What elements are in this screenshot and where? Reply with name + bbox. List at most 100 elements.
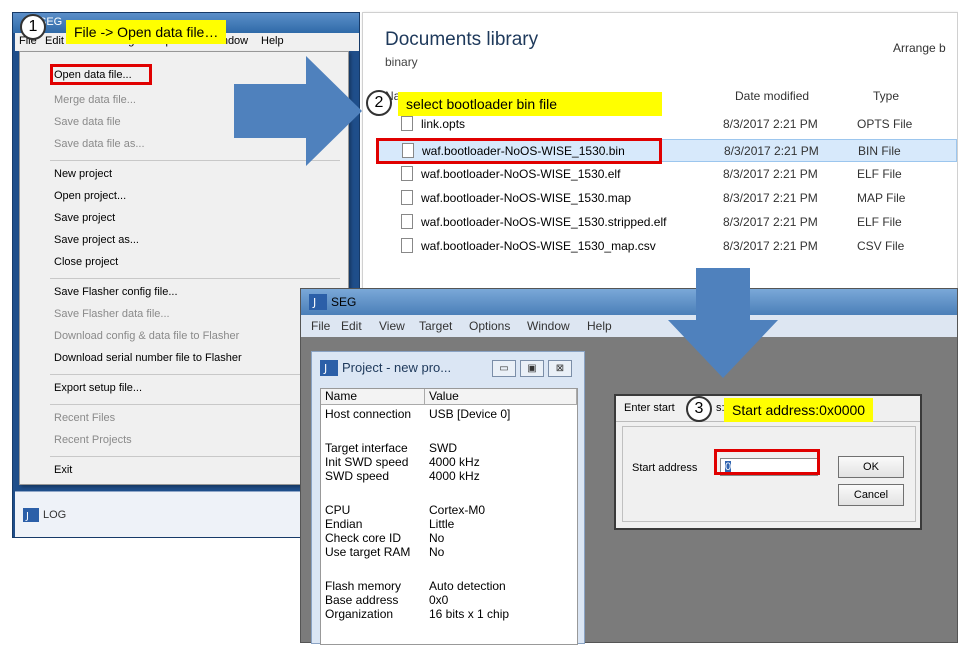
file-type: OPTS File [857, 117, 913, 131]
step1-callout: File -> Open data file… [66, 20, 227, 44]
file-row[interactable]: waf.bootloader-NoOS-WISE_1530_map.csv 8/… [377, 235, 957, 258]
file-type: MAP File [857, 191, 906, 205]
property-name: Host connection [325, 407, 412, 421]
file-row[interactable]: waf.bootloader-NoOS-WISE_1530.elf 8/3/20… [377, 163, 957, 186]
column-header-type[interactable]: Type [873, 89, 899, 103]
file-icon [401, 116, 413, 131]
menu-edit[interactable]: Edit [45, 35, 64, 47]
jflash-app-icon: J [320, 360, 338, 376]
menu-separator [50, 278, 340, 279]
menu-separator [50, 404, 340, 405]
cancel-button[interactable]: Cancel [838, 484, 904, 506]
menu-item-new-project[interactable]: New project [54, 168, 112, 180]
property-value: 4000 kHz [429, 455, 480, 469]
menu-target[interactable]: Target [419, 319, 452, 333]
arrow-down-icon [668, 268, 778, 378]
dialog-title: Enter start [624, 402, 675, 414]
library-folder[interactable]: binary [385, 55, 418, 69]
file-row[interactable]: waf.bootloader-NoOS-WISE_1530.stripped.e… [377, 211, 957, 234]
start-address-label: Start address [632, 462, 698, 474]
menu-help[interactable]: Help [587, 319, 612, 333]
menu-item-merge-data-file: Merge data file... [54, 94, 136, 106]
property-value: No [429, 531, 445, 545]
ok-button[interactable]: OK [838, 456, 904, 478]
menu-item-save-data-file: Save data file [54, 116, 121, 128]
menu-item-download-serial[interactable]: Download serial number file to Flasher [54, 352, 242, 364]
file-row[interactable]: waf.bootloader-NoOS-WISE_1530.map 8/3/20… [377, 187, 957, 210]
menu-item-save-data-file-as: Save data file as... [54, 138, 145, 150]
close-button[interactable]: ⊠ [548, 360, 572, 377]
property-name: SWD speed [325, 469, 390, 483]
menu-window[interactable]: Window [527, 319, 570, 333]
menu-item-save-flasher-data: Save Flasher data file... [54, 308, 170, 320]
file-date: 8/3/2017 2:21 PM [723, 191, 818, 205]
menu-separator [50, 456, 340, 457]
column-header-name: Name [321, 389, 425, 405]
file-type: BIN File [858, 144, 901, 158]
property-name: Endian [325, 517, 363, 531]
column-header-value: Value [425, 389, 577, 405]
maximize-button[interactable]: ▣ [520, 360, 544, 377]
file-row[interactable]: link.opts 8/3/2017 2:21 PM OPTS File [377, 113, 957, 136]
file-icon [401, 190, 413, 205]
property-name: Check core ID [325, 531, 402, 545]
property-value: Little [429, 517, 455, 531]
window-titlebar: J SEG [301, 289, 957, 315]
menu-help[interactable]: Help [261, 35, 284, 47]
file-icon [401, 238, 413, 253]
menu-item-exit[interactable]: Exit [54, 464, 72, 476]
menu-item-save-project-as[interactable]: Save project as... [54, 234, 139, 246]
svg-text:J: J [312, 296, 316, 309]
library-title: Documents library [385, 29, 539, 50]
jflash-app-icon: J [23, 508, 39, 522]
property-name: Init SWD speed [325, 455, 409, 469]
log-label: LOG [43, 509, 67, 521]
menu-item-save-flasher-config[interactable]: Save Flasher config file... [54, 286, 178, 298]
file-name: waf.bootloader-NoOS-WISE_1530.elf [421, 167, 621, 181]
arrow-right-icon [234, 56, 362, 166]
project-window: J Project - new pro... ▭ ▣ ⊠ Name Value … [311, 351, 585, 645]
menu-item-open-project[interactable]: Open project... [54, 190, 126, 202]
step2-callout: select bootloader bin file [398, 92, 662, 116]
svg-text:J: J [323, 362, 327, 375]
menubar: File Edit View Target Options Window Hel… [301, 315, 957, 337]
file-name: waf.bootloader-NoOS-WISE_1530_map.csv [421, 239, 656, 253]
menu-item-download-config-data: Download config & data file to Flasher [54, 330, 240, 342]
file-date: 8/3/2017 2:21 PM [723, 167, 818, 181]
menu-edit[interactable]: Edit [341, 319, 362, 333]
step2-badge: 2 [366, 90, 392, 116]
menu-item-close-project[interactable]: Close project [54, 256, 118, 268]
property-value: SWD [429, 441, 457, 455]
menu-options[interactable]: Options [469, 319, 510, 333]
property-value: USB [Device 0] [429, 407, 511, 421]
minimize-button[interactable]: ▭ [492, 360, 516, 377]
open-data-file-highlight [50, 64, 152, 85]
menu-file[interactable]: File [311, 319, 330, 333]
property-value: 16 bits x 1 chip [429, 607, 510, 621]
step1-badge: 1 [20, 14, 46, 40]
property-name: Use target RAM [325, 545, 411, 559]
property-value: No [429, 545, 445, 559]
file-name: waf.bootloader-NoOS-WISE_1530.map [421, 191, 632, 205]
file-name: waf.bootloader-NoOS-WISE_1530.stripped.e… [421, 215, 667, 229]
property-name: Flash memory [325, 579, 402, 593]
start-address-highlight [714, 449, 820, 475]
column-header-date[interactable]: Date modified [735, 89, 809, 103]
menu-item-export-setup[interactable]: Export setup file... [54, 382, 142, 394]
file-date: 8/3/2017 2:21 PM [723, 239, 818, 253]
file-type: CSV File [857, 239, 905, 253]
bin-file-highlight [376, 138, 662, 164]
file-date: 8/3/2017 2:21 PM [723, 117, 818, 131]
file-icon [401, 214, 413, 229]
menu-item-recent-projects: Recent Projects [54, 434, 132, 446]
menu-item-save-project[interactable]: Save project [54, 212, 115, 224]
menu-view[interactable]: View [379, 319, 405, 333]
file-date: 8/3/2017 2:21 PM [724, 144, 819, 158]
file-name: link.opts [421, 117, 466, 131]
window-title: SEG [331, 295, 357, 309]
jflash-app-icon: J [309, 294, 327, 310]
project-window-title: Project - new pro... [342, 360, 452, 375]
arrange-by-button[interactable]: Arrange b [893, 41, 946, 55]
property-value: 4000 kHz [429, 469, 480, 483]
property-value: 0x0 [429, 593, 449, 607]
